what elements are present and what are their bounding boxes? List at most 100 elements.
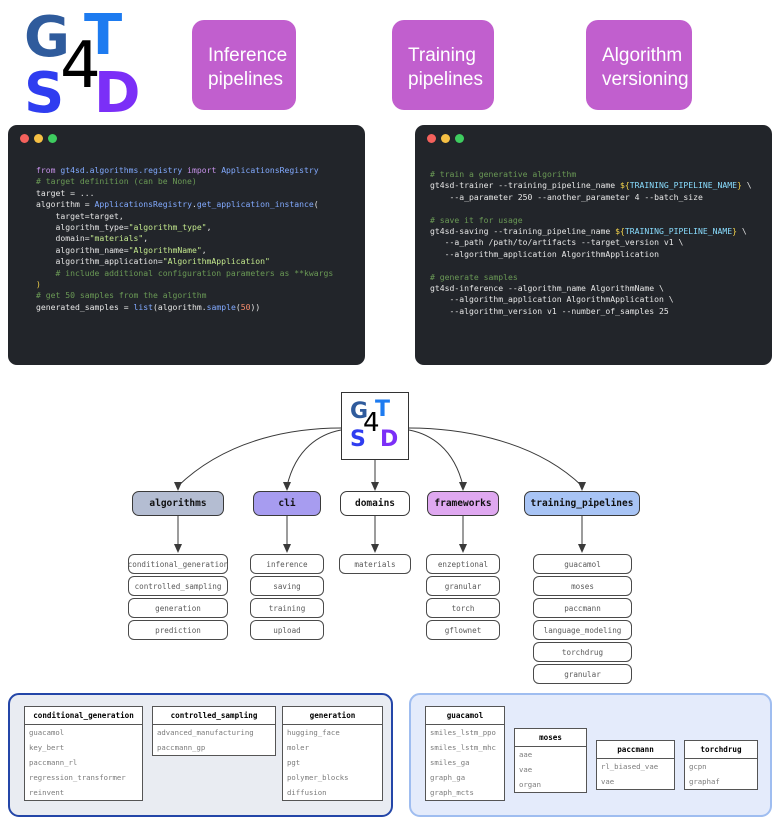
training-pipelines-detail-panel: guacamol smiles_lstm_ppo smiles_lstm_mhc sm… [409,693,772,817]
code-token: , [206,222,212,233]
detail-table-row[interactable]: rl_biased_vae [597,759,674,774]
code-token: gt4sd-trainer --training_pipeline_name [430,180,621,191]
tree-node-domains[interactable]: domains [340,491,410,516]
code-token: ApplicationsRegistry [221,165,319,175]
tree-leaf-moses[interactable]: moses [533,576,632,596]
code-line: ) [36,279,365,290]
tree-node-cli[interactable]: cli [253,491,321,516]
tree-leaf-upload[interactable]: upload [250,620,324,640]
algorithms-detail-panel: conditional_generation guacamol key_bert pa… [8,693,393,817]
code-line: from gt4sd.algorithms.registry import Ap… [36,165,365,176]
detail-table-row[interactable]: organ [515,777,586,792]
terminal-titlebar [415,125,772,151]
detail-table-row[interactable]: smiles_lstm_ppo [426,725,504,740]
code-line: --algorithm_application AlgorithmApplica… [430,294,772,305]
code-token: = [79,199,95,210]
tree-leaf-prediction[interactable]: prediction [128,620,228,640]
minimize-icon[interactable] [441,134,450,143]
code-line: # train a generative algorithm [430,169,772,180]
detail-table-paccmann: paccmann rl_biased_vae vae [596,740,675,790]
detail-table-controlled_sampling: controlled_sampling advanced_manufacturin… [152,706,276,756]
code-token: --a_path /path/to/artifacts --target_ver… [430,237,684,248]
detail-table-row[interactable]: polymer_blocks [283,770,382,785]
code-token: # train a generative algorithm [430,169,577,179]
detail-table-row[interactable]: gcpn [685,759,757,774]
terminal-code-bash: # train a generative algorithm gt4sd-trai… [415,151,772,317]
close-icon[interactable] [427,134,436,143]
code-token: gt4sd.algorithms.registry [60,165,183,175]
tree-leaf-guacamol[interactable]: guacamol [533,554,632,574]
tree-leaf-training[interactable]: training [250,598,324,618]
detail-table-row[interactable]: guacamol [25,725,142,740]
code-line: --algorithm_version v1 --number_of_sampl… [430,306,772,317]
detail-table-row[interactable]: graphaf [685,774,757,789]
tree-leaf-materials[interactable]: materials [339,554,411,574]
logo-letter-s: S [24,61,65,126]
tree-node-training_pipelines[interactable]: training_pipelines [524,491,640,516]
tree-leaf-generation[interactable]: generation [128,598,228,618]
detail-table-row[interactable]: regression_transformer [25,770,142,785]
code-line: --algorithm_application AlgorithmApplica… [430,249,772,260]
root-logo-letter-s: S [350,427,366,452]
code-token: --algorithm_application AlgorithmApplica… [430,294,674,305]
detail-table-row[interactable]: key_bert [25,740,142,755]
tree-leaf-paccmann[interactable]: paccmann [533,598,632,618]
detail-table-row[interactable]: reinvent [25,785,142,800]
code-token: ... [79,187,95,198]
code-token: = [65,187,80,198]
code-token: ( [313,199,319,210]
code-token: \ [737,226,747,237]
detail-table-row[interactable]: hugging_face [283,725,382,740]
card-label-line: pipelines [408,69,483,91]
detail-table-row[interactable]: aae [515,747,586,762]
detail-table-row[interactable]: diffusion [283,785,382,800]
code-token: algorithm [157,301,202,312]
code-line: generated_samples = list(algorithm.sampl… [36,302,365,313]
detail-table-row[interactable]: smiles_lstm_mhc [426,740,504,755]
tree-leaf-torch[interactable]: torch [426,598,500,618]
terminal-titlebar [8,125,365,151]
detail-table-row[interactable]: pgt [283,755,382,770]
maximize-icon[interactable] [455,134,464,143]
code-line: algorithm_name="AlgorithmName", [36,245,365,256]
tree-leaf-granular[interactable]: granular [533,664,632,684]
code-line: target=target, [36,211,365,222]
detail-table-row[interactable]: graph_ga [426,770,504,785]
close-icon[interactable] [20,134,29,143]
code-token: "AlgorithmName" [128,244,202,255]
tree-leaf-saving[interactable]: saving [250,576,324,596]
card-algorithm-versioning: Algorithm versioning [586,20,692,110]
tree-node-algorithms[interactable]: algorithms [132,491,224,516]
code-line: gt4sd-trainer --training_pipeline_name $… [430,180,772,191]
card-label-line: Inference [208,45,288,66]
tree-leaf-conditional_generation[interactable]: conditional_generation [128,554,228,574]
tree-leaf-language_modeling[interactable]: language_modeling [533,620,632,640]
code-token: import [182,165,222,175]
minimize-icon[interactable] [34,134,43,143]
detail-table-row[interactable]: smiles_ga [426,755,504,770]
gt4sd-logo: G T 4 S D [22,8,152,122]
tree-leaf-inference[interactable]: inference [250,554,324,574]
logo-letter-d: D [94,61,141,126]
detail-table-row[interactable]: advanced_manufacturing [153,725,275,740]
detail-table-row[interactable]: paccmann_rl [25,755,142,770]
code-token: # get 50 samples from the algorithm [36,290,207,301]
code-token: target=target, [36,210,124,221]
tree-leaf-controlled_sampling[interactable]: controlled_sampling [128,576,228,596]
detail-table-row[interactable]: vae [515,762,586,777]
tree-leaf-granular[interactable]: granular [426,576,500,596]
tree-leaf-torchdrug[interactable]: torchdrug [533,642,632,662]
detail-table-row[interactable]: paccmann_gp [153,740,275,755]
tree-leaf-enzeptional[interactable]: enzeptional [426,554,500,574]
detail-table-row[interactable]: moler [283,740,382,755]
code-line: # generate samples [430,272,772,283]
detail-table-row[interactable]: graph_mcts [426,785,504,800]
code-token: "algorithm_type" [128,222,207,233]
code-line: algorithm = ApplicationsRegistry.get_app… [36,199,365,210]
card-training-pipelines: Training pipelines [392,20,494,110]
detail-table-row[interactable]: vae [597,774,674,789]
maximize-icon[interactable] [48,134,57,143]
tree-leaf-gflownet[interactable]: gflownet [426,620,500,640]
tree-node-frameworks[interactable]: frameworks [427,491,499,516]
